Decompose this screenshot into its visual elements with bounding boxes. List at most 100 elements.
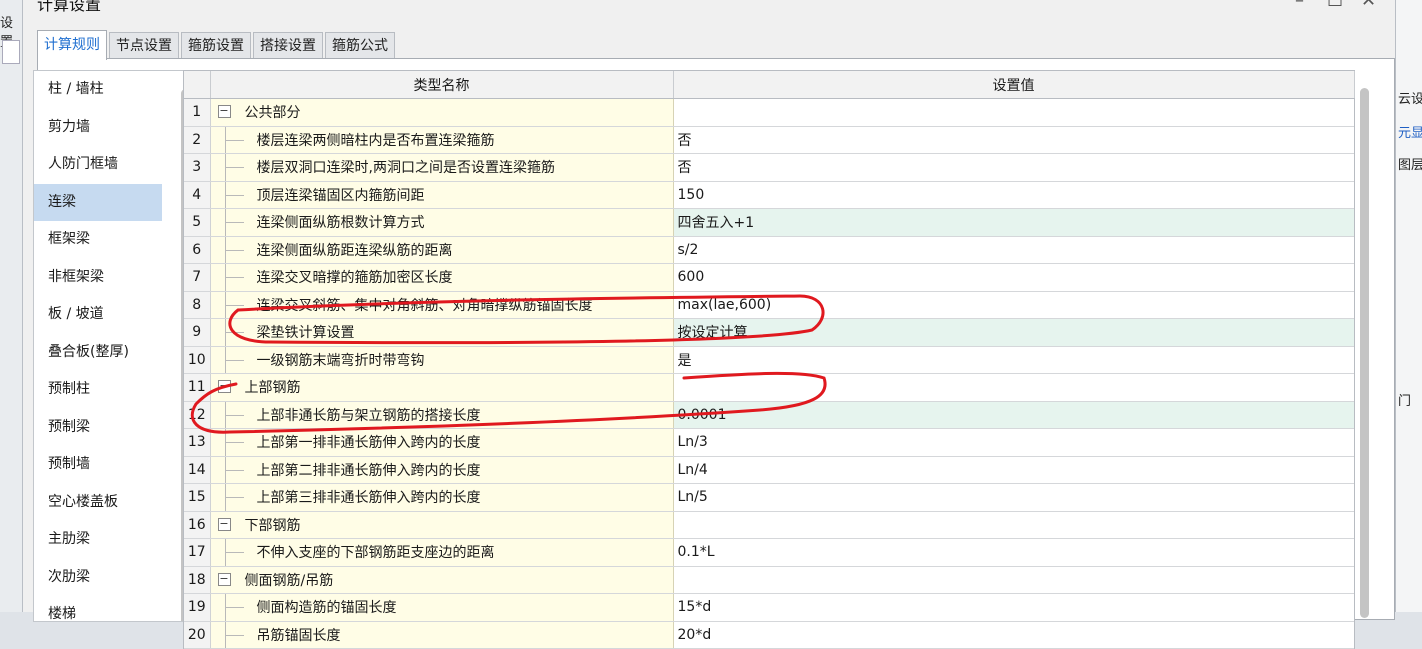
- category-item[interactable]: 预制墙: [34, 446, 162, 484]
- collapse-icon[interactable]: −: [217, 105, 231, 118]
- background-right-strip: 云设 元显 图层 门: [1393, 0, 1422, 612]
- tree-line: [224, 401, 244, 428]
- grid-row[interactable]: 20 吊筋锚固长度 20*d: [184, 621, 1354, 649]
- grid-scrollbar[interactable]: [1360, 88, 1369, 618]
- grid-group-row[interactable]: 1− 公共部分: [184, 98, 1354, 127]
- category-item[interactable]: 柱 / 墙柱: [34, 71, 162, 109]
- setting-value-cell[interactable]: 20*d: [673, 621, 1354, 649]
- collapse-icon[interactable]: −: [217, 572, 231, 586]
- setting-name: 上部第三排非通长筋伸入跨内的长度: [256, 490, 481, 507]
- maximize-icon[interactable]: ☐: [1327, 0, 1343, 11]
- category-item[interactable]: 人防门框墙: [34, 146, 162, 184]
- category-item[interactable]: 次肋梁: [34, 559, 162, 597]
- setting-value-cell[interactable]: Ln/4: [673, 456, 1354, 484]
- row-number: 11: [184, 373, 211, 402]
- tree-line: [224, 594, 244, 621]
- tab-lap-settings[interactable]: 搭接设置: [253, 32, 323, 59]
- setting-value-cell[interactable]: 600: [673, 263, 1354, 292]
- setting-value-cell[interactable]: 0.1*L: [673, 538, 1354, 567]
- grid-row[interactable]: 12 上部非通长筋与架立钢筋的搭接长度 0.0001: [184, 401, 1354, 429]
- row-number: 18: [184, 566, 211, 594]
- tab-calc-rules[interactable]: 计算规则: [37, 30, 107, 60]
- grid-group-row[interactable]: 11− 上部钢筋: [184, 373, 1354, 402]
- background-box: [2, 40, 20, 64]
- setting-value-cell[interactable]: max(lae,600): [673, 291, 1354, 319]
- grid-group-row[interactable]: 18− 侧面钢筋/吊筋: [184, 566, 1354, 594]
- row-number: 9: [184, 318, 211, 347]
- setting-name-cell: 连梁侧面纵筋根数计算方式: [210, 208, 674, 237]
- category-item[interactable]: 板 / 坡道: [34, 296, 162, 334]
- grid-row[interactable]: 14 上部第二排非通长筋伸入跨内的长度 Ln/4: [184, 456, 1354, 484]
- collapse-icon[interactable]: −: [217, 380, 231, 393]
- category-item[interactable]: 剪力墙: [34, 109, 162, 147]
- category-item[interactable]: 空心楼盖板: [34, 484, 162, 522]
- category-item-coupling-beam[interactable]: 连梁: [34, 183, 162, 221]
- setting-name-cell: 上部非通长筋与架立钢筋的搭接长度: [210, 401, 674, 429]
- grid-row[interactable]: 7 连梁交叉暗撑的箍筋加密区长度 600: [184, 263, 1354, 292]
- setting-value-cell[interactable]: 是: [673, 346, 1354, 374]
- setting-value-cell[interactable]: Ln/3: [673, 428, 1354, 457]
- tab-stirrup-formula[interactable]: 箍筋公式: [325, 32, 395, 59]
- collapse-icon[interactable]: −: [217, 517, 231, 531]
- setting-value-cell[interactable]: 15*d: [673, 593, 1354, 622]
- category-item[interactable]: 非框架梁: [34, 259, 162, 297]
- column-header-value[interactable]: 设置值: [673, 71, 1355, 99]
- row-number: 13: [184, 428, 211, 457]
- minimize-icon[interactable]: –: [1295, 0, 1304, 11]
- category-item[interactable]: 楼梯: [34, 596, 162, 621]
- grid-row[interactable]: 13 上部第一排非通长筋伸入跨内的长度 Ln/3: [184, 428, 1354, 457]
- setting-name: 下部钢筋: [244, 517, 301, 534]
- grid-corner-header: [184, 71, 211, 99]
- setting-name: 连梁交叉斜筋、集中对角斜筋、对角暗撑纵筋锚固长度: [256, 297, 593, 314]
- grid-row[interactable]: 19 侧面构造筋的锚固长度 15*d: [184, 593, 1354, 622]
- tree-line: [224, 539, 244, 566]
- close-icon[interactable]: ✕: [1361, 0, 1376, 11]
- setting-value-cell[interactable]: 四舍五入+1: [673, 208, 1354, 237]
- tree-line: [224, 621, 244, 648]
- setting-name-cell: 连梁交叉暗撑的箍筋加密区长度: [210, 263, 674, 292]
- tree-line: [224, 346, 244, 373]
- setting-value-cell[interactable]: 0.0001: [673, 401, 1354, 429]
- row-number: 8: [184, 291, 211, 319]
- setting-value-cell[interactable]: [673, 373, 1354, 402]
- setting-name: 公共部分: [244, 105, 301, 122]
- grid-row[interactable]: 15 上部第三排非通长筋伸入跨内的长度 Ln/5: [184, 483, 1354, 512]
- grid-row[interactable]: 3 楼层双洞口连梁时,两洞口之间是否设置连梁箍筋 否: [184, 153, 1354, 182]
- grid-row[interactable]: 6 连梁侧面纵筋距连梁纵筋的距离 s/2: [184, 236, 1354, 264]
- tree-line: [224, 264, 244, 291]
- setting-name: 连梁交叉暗撑的箍筋加密区长度: [256, 270, 453, 287]
- setting-value-cell[interactable]: [673, 566, 1354, 594]
- setting-value-cell[interactable]: Ln/5: [673, 483, 1354, 512]
- category-item[interactable]: 预制梁: [34, 409, 162, 447]
- setting-value-cell[interactable]: [673, 511, 1354, 539]
- setting-value-cell[interactable]: [673, 98, 1354, 127]
- setting-value-cell[interactable]: 否: [673, 153, 1354, 182]
- category-item[interactable]: 预制柱: [34, 371, 162, 409]
- grid-row[interactable]: 9 梁垫铁计算设置 按设定计算: [184, 318, 1354, 347]
- setting-name: 连梁侧面纵筋距连梁纵筋的距离: [256, 242, 453, 259]
- column-header-name[interactable]: 类型名称: [210, 71, 674, 99]
- grid-row[interactable]: 10 一级钢筋末端弯折时带弯钩 是: [184, 346, 1354, 374]
- category-item[interactable]: 叠合板(整厚): [34, 334, 162, 372]
- tree-line: [224, 484, 244, 511]
- grid-row[interactable]: 8 连梁交叉斜筋、集中对角斜筋、对角暗撑纵筋锚固长度 max(lae,600): [184, 291, 1354, 319]
- grid-row[interactable]: 2 楼层连梁两侧暗柱内是否布置连梁箍筋 否: [184, 126, 1354, 154]
- category-item[interactable]: 框架梁: [34, 221, 162, 259]
- settings-tabs: 计算规则 节点设置 箍筋设置 搭接设置 箍筋公式: [37, 30, 395, 60]
- row-number: 6: [184, 236, 211, 264]
- grid-group-row[interactable]: 16− 下部钢筋: [184, 511, 1354, 539]
- settings-grid: 类型名称 设置值 1− 公共部分 2 楼层连梁两侧暗柱内是否布置连梁箍筋否 3 楼层双洞口…: [183, 70, 1355, 649]
- grid-row[interactable]: 5 连梁侧面纵筋根数计算方式 四舍五入+1: [184, 208, 1354, 237]
- setting-value-cell[interactable]: s/2: [673, 236, 1354, 264]
- grid-row[interactable]: 4 顶层连梁锚固区内箍筋间距 150: [184, 181, 1354, 209]
- tab-node-settings[interactable]: 节点设置: [109, 32, 179, 59]
- row-number: 14: [184, 456, 211, 484]
- tab-stirrup-settings[interactable]: 箍筋设置: [181, 32, 251, 59]
- grid-row[interactable]: 17 不伸入支座的下部钢筋距支座边的距离 0.1*L: [184, 538, 1354, 567]
- row-number: 16: [184, 511, 211, 539]
- setting-value-cell[interactable]: 否: [673, 126, 1354, 154]
- dialog-title: 计算设置: [37, 0, 102, 14]
- setting-value-cell[interactable]: 按设定计算: [673, 318, 1354, 347]
- setting-value-cell[interactable]: 150: [673, 181, 1354, 209]
- category-item[interactable]: 主肋梁: [34, 521, 162, 559]
